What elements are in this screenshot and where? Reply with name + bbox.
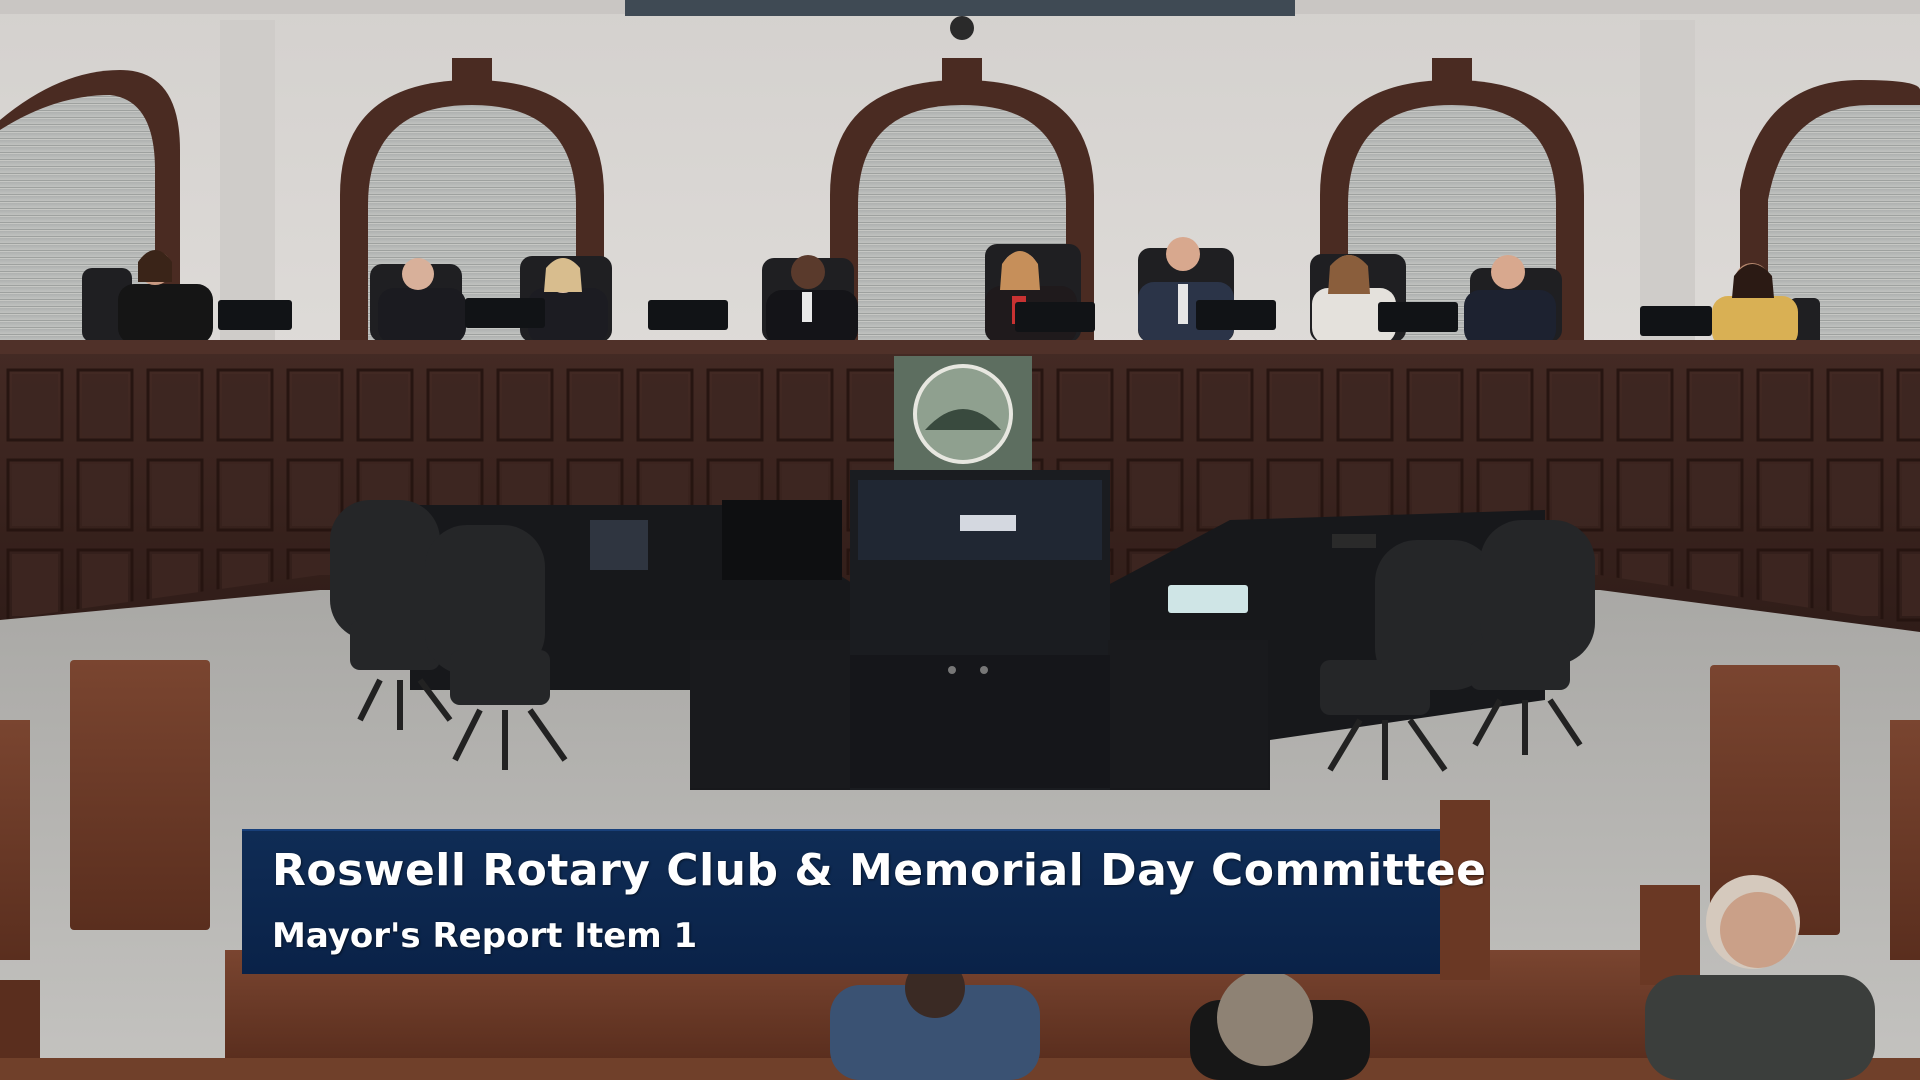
lower-third-title: Roswell Rotary Club & Memorial Day Commi… <box>272 845 1487 896</box>
ceiling-camera <box>950 16 974 40</box>
document-camera-light <box>1168 585 1248 613</box>
lower-third-banner: Roswell Rotary Club & Memorial Day Commi… <box>242 829 1486 974</box>
staff-table-sign <box>1332 534 1376 548</box>
ceiling-screen <box>625 0 1295 16</box>
staff-monitor <box>722 500 842 580</box>
laptop <box>590 520 648 570</box>
pillar <box>1640 20 1695 340</box>
lower-third-subtitle: Mayor's Report Item 1 <box>272 916 698 956</box>
pillar <box>220 20 275 340</box>
